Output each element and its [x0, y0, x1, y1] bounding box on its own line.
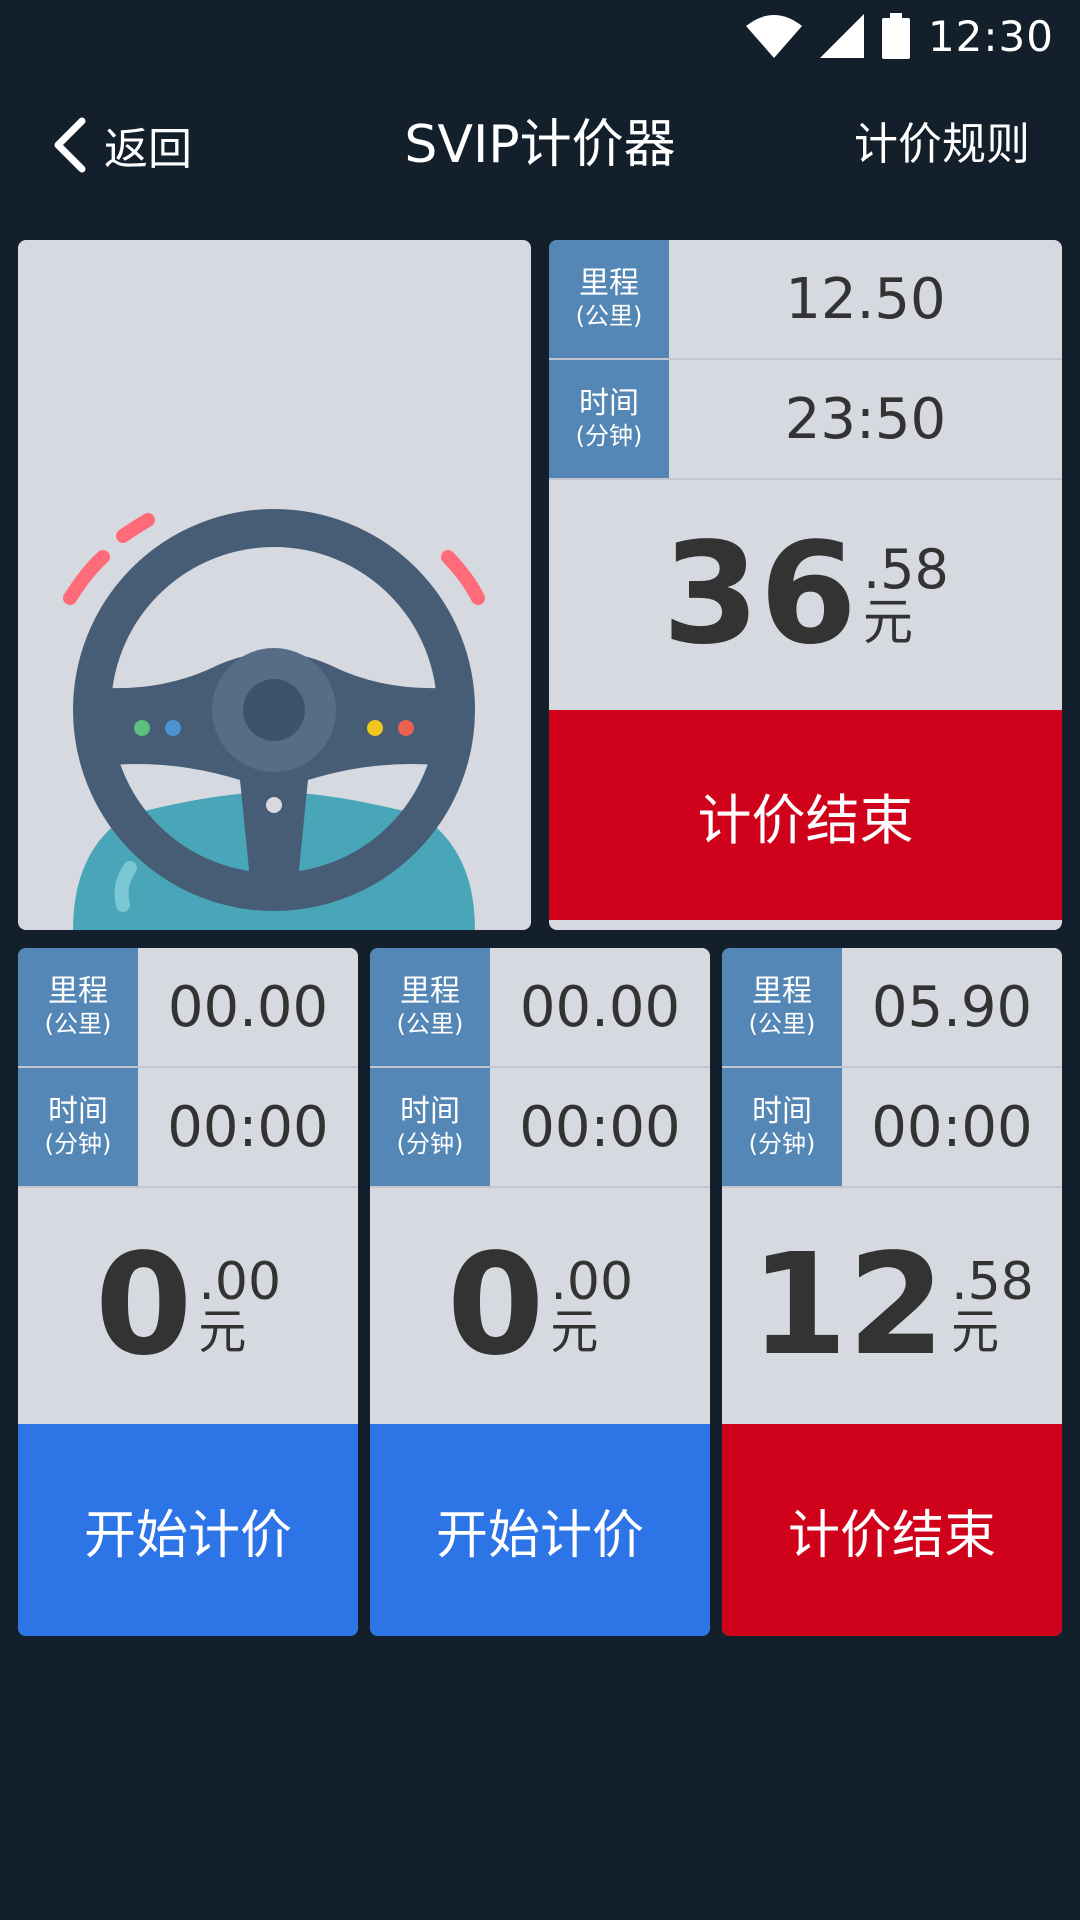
price-integer: 36 [662, 513, 857, 676]
distance-label: 里程 (公里) [370, 948, 490, 1066]
price-currency: 元 [550, 1304, 599, 1360]
price-display: 12 .58 元 [722, 1188, 1062, 1424]
status-icons: 12:30 [745, 10, 1054, 62]
distance-value: 00.00 [519, 974, 681, 1040]
time-label: 时间 (分钟) [370, 1068, 490, 1186]
time-row: 时间 (分钟) 23:50 [549, 360, 1062, 480]
price-decimal: .58 [862, 538, 949, 601]
price-decimal: .00 [550, 1252, 634, 1312]
app-screen: 12:30 返回 SVIP计价器 计价规则 里程 (公里) 12.50 时间 (… [0, 0, 1080, 1920]
time-value: 00:00 [167, 1094, 329, 1160]
price-display: 0 .00 元 [18, 1188, 358, 1424]
price-decimal: .58 [951, 1252, 1034, 1312]
time-value: 00:00 [871, 1094, 1033, 1160]
distance-value: 00.00 [167, 974, 329, 1040]
steering-wheel-illustration-card [18, 240, 531, 930]
price-decimal: .00 [198, 1252, 282, 1312]
back-button[interactable]: 返回 [50, 90, 192, 200]
time-label: 时间 (分钟) [18, 1068, 138, 1186]
time-row: 时间 (分钟) 00:00 [370, 1068, 710, 1188]
pricing-rules-link[interactable]: 计价规则 [854, 90, 1030, 200]
meter-card-2: 里程 (公里) 00.00 时间 (分钟) 00:00 0 .00 元 开始计价 [370, 948, 710, 1636]
price-currency: 元 [862, 593, 913, 651]
distance-row: 里程 (公里) 05.90 [722, 948, 1062, 1068]
time-row: 时间 (分钟) 00:00 [18, 1068, 358, 1188]
distance-row: 里程 (公里) 00.00 [18, 948, 358, 1068]
price-display: 36 .58 元 [549, 480, 1062, 710]
time-label: 时间 (分钟) [722, 1068, 842, 1186]
distance-row: 里程 (公里) 12.50 [549, 240, 1062, 360]
distance-row: 里程 (公里) 00.00 [370, 948, 710, 1068]
chevron-left-icon [54, 117, 86, 173]
distance-value: 05.90 [871, 974, 1033, 1040]
distance-label: 里程 (公里) [549, 240, 669, 358]
cellular-signal-icon [819, 14, 864, 58]
meter-card-1: 里程 (公里) 00.00 时间 (分钟) 00:00 0 .00 元 开始计价 [18, 948, 358, 1636]
header: 返回 SVIP计价器 计价规则 [0, 90, 1080, 200]
price-currency: 元 [951, 1304, 1000, 1360]
start-pricing-button[interactable]: 开始计价 [370, 1424, 710, 1636]
price-integer: 12 [750, 1224, 946, 1387]
back-label: 返回 [104, 124, 192, 175]
status-bar: 12:30 [0, 0, 1080, 72]
main-meter-card: 里程 (公里) 12.50 时间 (分钟) 23:50 36 .58 元 计价结… [549, 240, 1062, 930]
time-label: 时间 (分钟) [549, 360, 669, 478]
distance-label: 里程 (公里) [722, 948, 842, 1066]
time-value: 00:00 [519, 1094, 681, 1160]
status-time: 12:30 [927, 11, 1054, 61]
price-integer: 0 [446, 1224, 545, 1387]
wifi-icon [745, 15, 802, 58]
steering-wheel-icon [63, 509, 485, 930]
end-pricing-button[interactable]: 计价结束 [549, 710, 1062, 920]
meter-card-3: 里程 (公里) 05.90 时间 (分钟) 00:00 12 .58 元 计价结… [722, 948, 1062, 1636]
distance-label: 里程 (公里) [18, 948, 138, 1066]
time-value: 23:50 [784, 386, 947, 452]
distance-value: 12.50 [785, 266, 946, 332]
start-pricing-button[interactable]: 开始计价 [18, 1424, 358, 1636]
price-currency: 元 [198, 1304, 247, 1360]
battery-icon [881, 13, 910, 59]
price-display: 0 .00 元 [370, 1188, 710, 1424]
end-pricing-button[interactable]: 计价结束 [722, 1424, 1062, 1636]
price-integer: 0 [94, 1224, 193, 1387]
time-row: 时间 (分钟) 00:00 [722, 1068, 1062, 1188]
